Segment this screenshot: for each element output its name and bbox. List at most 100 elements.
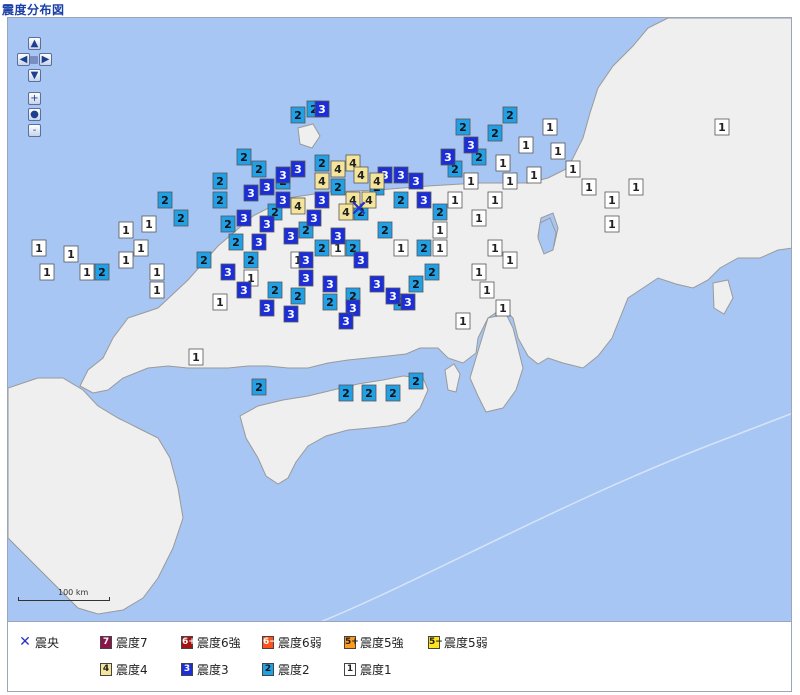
svg-text:2: 2 — [459, 121, 467, 134]
intensity-marker-1: 1 — [495, 154, 511, 172]
intensity-marker-2: 2 — [314, 239, 330, 257]
svg-text:1: 1 — [67, 248, 75, 261]
pan-right-button[interactable]: ▶ — [39, 53, 52, 66]
intensity-marker-3: 3 — [330, 227, 346, 245]
svg-text:2: 2 — [412, 278, 420, 291]
intensity-marker-2: 2 — [377, 221, 393, 239]
svg-text:3: 3 — [334, 230, 342, 243]
intensity-marker-2: 2 — [432, 203, 448, 221]
svg-text:1: 1 — [506, 254, 514, 267]
legend-item: 7 震度7 — [100, 634, 148, 650]
svg-text:2: 2 — [294, 290, 302, 303]
intensity-marker-3: 3 — [220, 263, 236, 281]
intensity-marker-1: 1 — [526, 166, 542, 184]
intensity-marker-2: 2 — [196, 251, 212, 269]
intensity-marker-1: 1 — [31, 239, 47, 257]
intensity-marker-3: 3 — [275, 166, 291, 184]
intensity-marker-2: 2 — [455, 118, 471, 136]
svg-text:3: 3 — [310, 212, 318, 225]
svg-text:2: 2 — [397, 194, 405, 207]
scale-bar: 100 km — [18, 588, 128, 602]
intensity-marker-2: 2 — [228, 233, 244, 251]
intensity-marker-1: 1 — [487, 191, 503, 209]
svg-text:1: 1 — [153, 284, 161, 297]
svg-text:2: 2 — [255, 381, 263, 394]
map-canvas[interactable]: 1 1111111 1111111 1 111111111111111111111111… — [8, 18, 792, 622]
svg-text:3: 3 — [397, 169, 405, 182]
pan-down-button[interactable]: ▼ — [28, 69, 41, 82]
intensity-marker-2: 2 — [408, 275, 424, 293]
intensity-marker-1: 1 — [39, 263, 55, 281]
intensity-marker-2: 2 — [502, 106, 518, 124]
intensity-marker-3: 3 — [400, 293, 416, 311]
legend-item: 5− 震度5弱 — [428, 634, 488, 650]
intensity-marker-1: 1 — [393, 239, 409, 257]
intensity-marker-4: 4 — [330, 160, 346, 178]
intensity-marker-3: 3 — [338, 312, 354, 330]
intensity-marker-3: 3 — [259, 215, 275, 233]
intensity-marker-1: 1 — [432, 221, 448, 239]
svg-text:1: 1 — [459, 315, 467, 328]
svg-text:1: 1 — [491, 242, 499, 255]
intensity-marker-2: 2 — [94, 263, 110, 281]
intensity-marker-2: 2 — [487, 124, 503, 142]
pan-left-button[interactable]: ◀ — [17, 53, 30, 66]
intensity-marker-2: 2 — [408, 372, 424, 390]
intensity-marker-3: 3 — [275, 191, 291, 209]
intensity-marker-1: 1 — [432, 239, 448, 257]
intensity-marker-3: 3 — [298, 251, 314, 269]
intensity-marker-1: 1 — [495, 299, 511, 317]
svg-text:3: 3 — [373, 278, 381, 291]
intensity-marker-1: 1 — [133, 239, 149, 257]
scale-label: 100 km — [58, 588, 89, 597]
svg-text:3: 3 — [412, 175, 420, 188]
intensity-marker-2: 2 — [173, 209, 189, 227]
svg-text:1: 1 — [569, 163, 577, 176]
intensity-marker-1: 1 — [502, 251, 518, 269]
svg-text:3: 3 — [467, 139, 475, 152]
svg-text:1: 1 — [122, 254, 130, 267]
intensity-marker-4: 4 — [353, 166, 369, 184]
svg-text:1: 1 — [491, 194, 499, 207]
intensity-marker-2: 2 — [251, 378, 267, 396]
intensity-marker-4: 4 — [290, 197, 306, 215]
svg-text:3: 3 — [404, 296, 412, 309]
intensity-map[interactable]: 1111111111111111111111111111111111111111… — [7, 17, 792, 622]
intensity-marker-2: 2 — [220, 215, 236, 233]
svg-text:1: 1 — [192, 351, 200, 364]
intensity-marker-3: 3 — [393, 166, 409, 184]
intensity-marker-1: 1 — [141, 215, 157, 233]
svg-text:2: 2 — [318, 242, 326, 255]
svg-text:3: 3 — [444, 151, 452, 164]
intensity-marker-1: 1 — [487, 239, 503, 257]
legend-label: 震度1 — [360, 662, 392, 677]
svg-text:4: 4 — [294, 200, 302, 213]
intensity-marker-1: 1 — [447, 191, 463, 209]
svg-text:2: 2 — [271, 284, 279, 297]
intensity-marker-3: 3 — [416, 191, 432, 209]
intensity-marker-2: 2 — [330, 178, 346, 196]
svg-text:3: 3 — [342, 315, 350, 328]
intensity-marker-3: 3 — [314, 100, 330, 118]
intensity-marker-3: 3 — [236, 209, 252, 227]
svg-text:2: 2 — [161, 194, 169, 207]
svg-text:2: 2 — [381, 224, 389, 237]
zoom-reset-button[interactable]: ● — [28, 108, 41, 121]
pan-up-button[interactable]: ▲ — [28, 37, 41, 50]
zoom-out-button[interactable]: - — [28, 124, 41, 137]
intensity-marker-3: 3 — [283, 227, 299, 245]
svg-text:2: 2 — [224, 218, 232, 231]
intensity-swatch-icon: 5+ — [344, 635, 359, 649]
zoom-in-button[interactable]: + — [28, 92, 41, 105]
svg-text:3: 3 — [287, 230, 295, 243]
intensity-swatch-icon: 3 — [181, 662, 193, 676]
svg-text:4: 4 — [373, 175, 381, 188]
svg-text:2: 2 — [232, 236, 240, 249]
svg-text:2: 2 — [436, 206, 444, 219]
intensity-marker-3: 3 — [236, 281, 252, 299]
svg-text:2: 2 — [318, 157, 326, 170]
svg-text:1: 1 — [506, 175, 514, 188]
svg-text:3: 3 — [420, 194, 428, 207]
svg-text:1: 1 — [451, 194, 459, 207]
svg-text:1: 1 — [530, 169, 538, 182]
